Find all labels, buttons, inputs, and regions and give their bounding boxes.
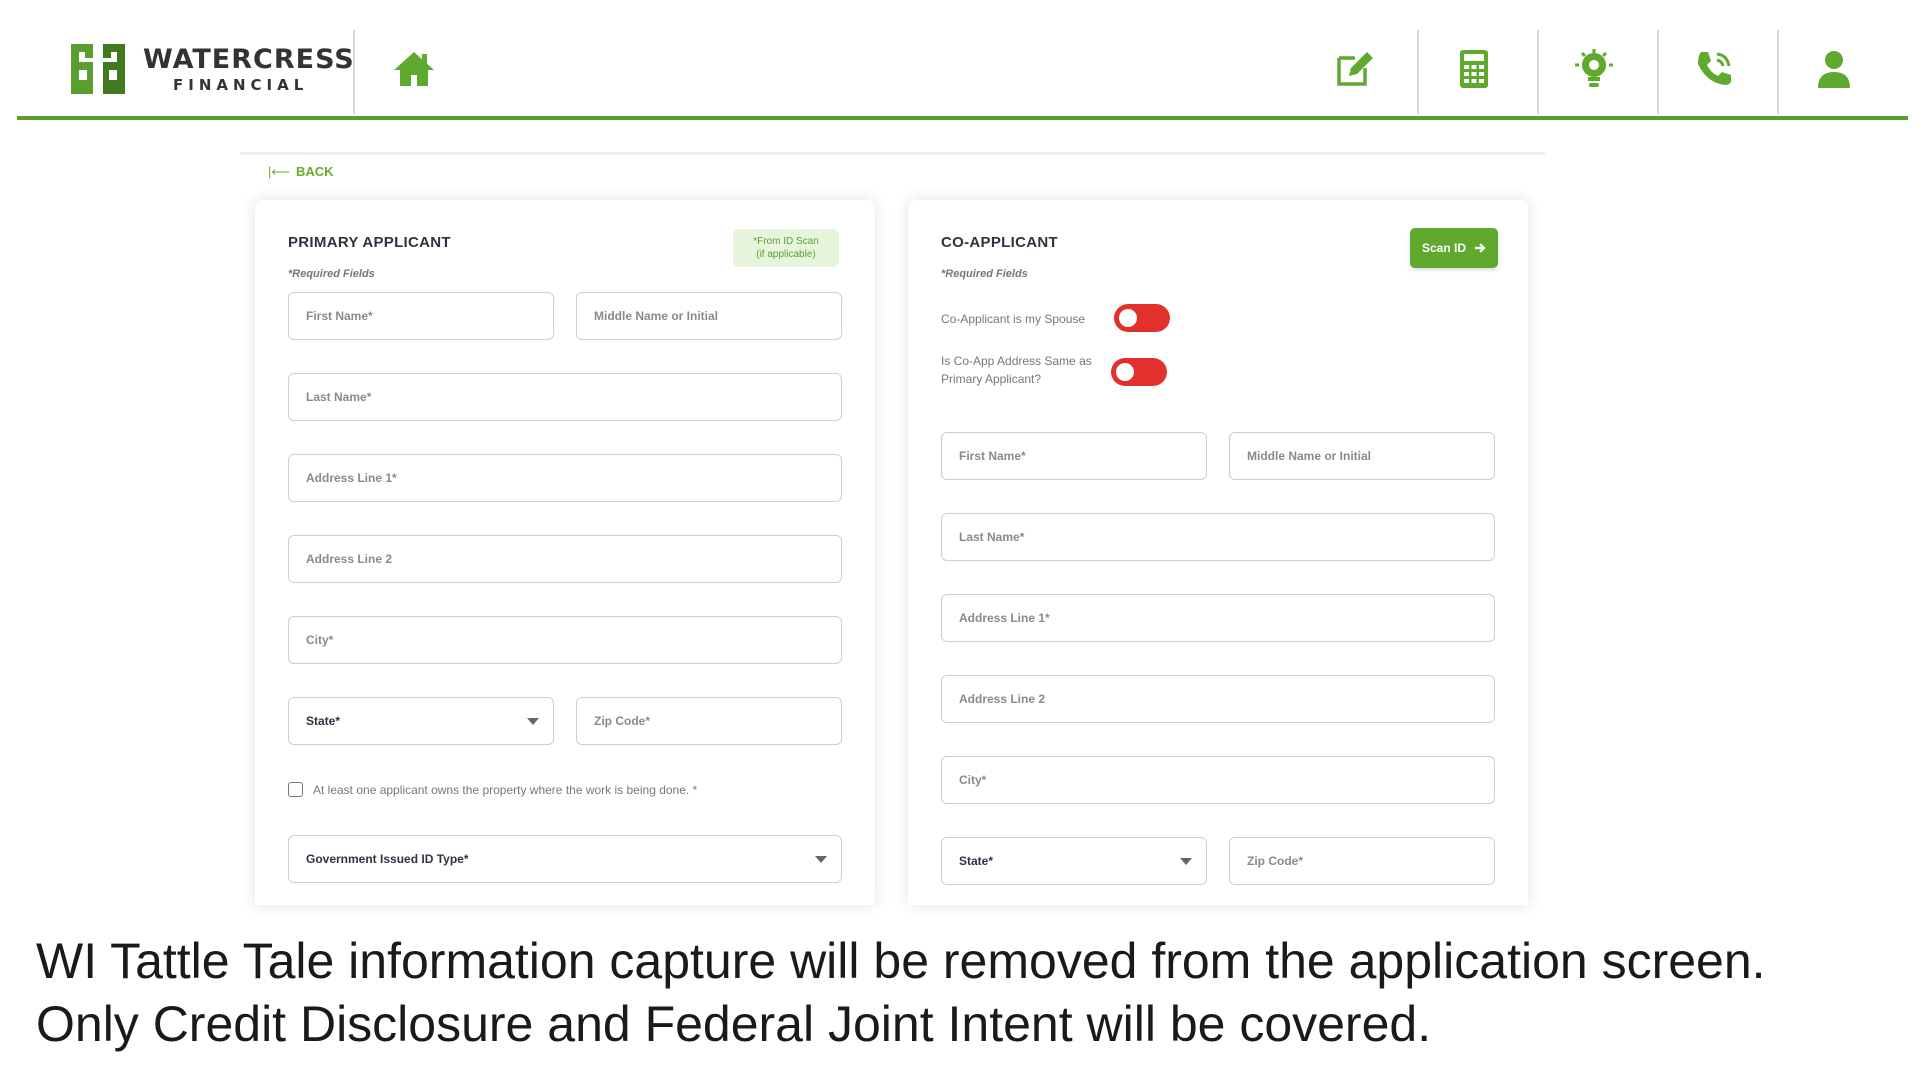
chevron-down-icon — [527, 718, 539, 725]
city-input[interactable]: City* — [288, 616, 842, 664]
caption-line-1: WI Tattle Tale information capture will … — [36, 933, 1766, 989]
slide-caption: WI Tattle Tale information capture will … — [36, 930, 1766, 1056]
primary-applicant-card: PRIMARY APPLICANT *Required Fields *From… — [255, 200, 875, 905]
brand-subtitle: FINANCIAL — [173, 75, 309, 94]
scan-id-button[interactable]: Scan ID — [1410, 228, 1498, 268]
calculator-icon[interactable] — [1449, 44, 1499, 94]
co-zip-code-input[interactable]: Zip Code* — [1229, 837, 1495, 885]
header-divider — [1537, 30, 1539, 114]
content-top-rule — [240, 152, 1545, 155]
brand-logo-mark — [71, 44, 125, 94]
checkbox-label: At least one applicant owns the property… — [313, 782, 698, 797]
card-title: PRIMARY APPLICANT — [288, 234, 451, 251]
zip-code-input[interactable]: Zip Code* — [576, 697, 842, 745]
spouse-toggle[interactable] — [1114, 304, 1170, 332]
same-address-toggle[interactable] — [1111, 358, 1167, 386]
state-select[interactable]: State* — [288, 697, 554, 745]
brand-logo[interactable]: WATERCRESS FINANCIAL — [67, 40, 355, 98]
property-owner-checkbox-row[interactable]: At least one applicant owns the property… — [288, 782, 697, 797]
toggle-label: Co-Applicant is my Spouse — [941, 312, 1086, 326]
same-address-toggle-row: Is Co-App Address Same as Primary Applic… — [941, 352, 1092, 388]
address-line-1-input[interactable]: Address Line 1* — [288, 454, 842, 502]
chevron-down-icon — [815, 856, 827, 863]
required-fields-note: *Required Fields — [288, 268, 375, 280]
arrow-right-icon — [1475, 243, 1486, 253]
toggle-knob — [1119, 309, 1137, 327]
chevron-down-icon — [1180, 858, 1192, 865]
caption-line-2: Only Credit Disclosure and Federal Joint… — [36, 996, 1432, 1052]
header-divider — [1417, 30, 1419, 114]
co-address-line-1-input[interactable]: Address Line 1* — [941, 594, 1495, 642]
first-name-input[interactable]: First Name* — [288, 292, 554, 340]
brand-name: WATERCRESS — [143, 43, 355, 75]
address-line-2-input[interactable]: Address Line 2 — [288, 535, 842, 583]
co-last-name-input[interactable]: Last Name* — [941, 513, 1495, 561]
header-divider — [1657, 30, 1659, 114]
co-first-name-input[interactable]: First Name* — [941, 432, 1207, 480]
header-divider — [1777, 30, 1779, 114]
co-address-line-2-input[interactable]: Address Line 2 — [941, 675, 1495, 723]
user-icon[interactable] — [1809, 44, 1859, 94]
top-header: WATERCRESS FINANCIAL — [17, 0, 1908, 120]
lightbulb-gear-icon[interactable] — [1569, 44, 1619, 94]
required-fields-note: *Required Fields — [941, 268, 1028, 280]
last-name-input[interactable]: Last Name* — [288, 373, 842, 421]
back-link[interactable]: |⟵ BACK — [268, 164, 334, 180]
toggle-knob — [1116, 363, 1134, 381]
edit-icon[interactable] — [1329, 44, 1379, 94]
home-icon[interactable] — [389, 44, 439, 94]
back-arrow-icon: |⟵ — [268, 164, 291, 179]
co-state-select[interactable]: State* — [941, 837, 1207, 885]
id-scan-note: *From ID Scan (if applicable) — [733, 229, 839, 267]
government-id-type-select[interactable]: Government Issued ID Type* — [288, 835, 842, 883]
property-owner-checkbox[interactable] — [288, 782, 303, 797]
co-city-input[interactable]: City* — [941, 756, 1495, 804]
card-title: CO-APPLICANT — [941, 234, 1058, 251]
spouse-toggle-row: Co-Applicant is my Spouse — [941, 310, 1085, 328]
co-middle-name-input[interactable]: Middle Name or Initial — [1229, 432, 1495, 480]
header-divider — [353, 30, 355, 114]
toggle-label: Is Co-App Address Same as Primary Applic… — [941, 354, 1092, 386]
middle-name-input[interactable]: Middle Name or Initial — [576, 292, 842, 340]
co-applicant-card: CO-APPLICANT *Required Fields Scan ID Co… — [908, 200, 1528, 905]
phone-icon[interactable] — [1689, 44, 1739, 94]
